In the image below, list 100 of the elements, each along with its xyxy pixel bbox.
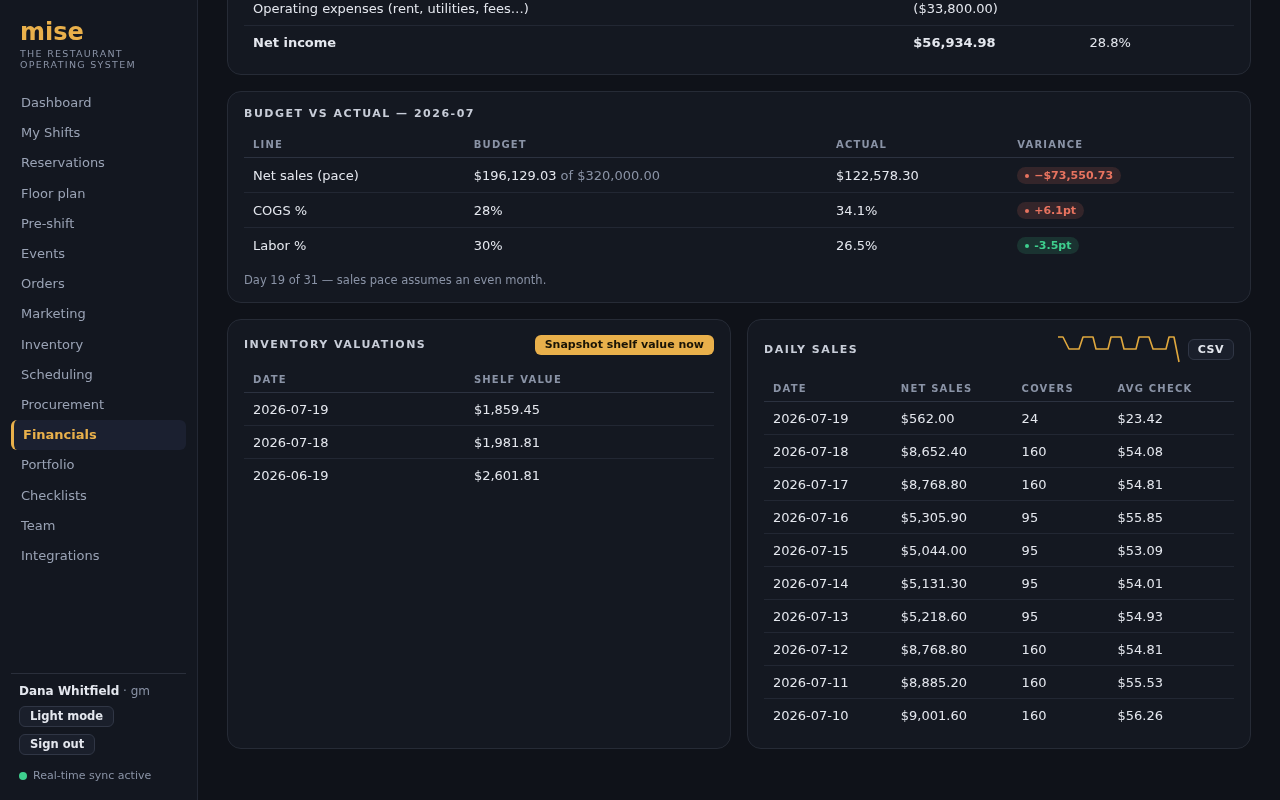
table-cell: 28.8% (1089, 35, 1131, 50)
table-cell: 26.5% (827, 227, 1009, 262)
card-title: BUDGET VS ACTUAL — 2026-07 (244, 107, 476, 121)
table-cell: $122,578.30 (827, 157, 1009, 193)
logo-wordmark: mise (20, 19, 85, 45)
sign-out-button[interactable]: Sign out (19, 734, 96, 755)
table-cell: 160 (1012, 665, 1109, 699)
table-cell: 2026-07-18 (764, 434, 892, 468)
table-cell: 95 (1012, 500, 1109, 534)
nav-item[interactable]: Marketing (11, 299, 186, 330)
nav-item[interactable]: Portfolio (11, 450, 186, 481)
table-cell: 2026-07-12 (764, 632, 892, 666)
table-cell: $56,934.98 (904, 25, 1081, 59)
table-cell: $5,305.90 (891, 500, 1013, 534)
table-cell: 30% (464, 227, 828, 262)
table-cell: Net income (244, 25, 905, 59)
snapshot-button[interactable]: Snapshot shelf value now (534, 335, 714, 355)
table-cell: 160 (1012, 434, 1109, 468)
card-title: INVENTORY VALUATIONS (244, 338, 427, 352)
nav-item[interactable]: Team (11, 510, 186, 542)
table-cell: $8,768.80 (891, 632, 1013, 666)
variance-badge: -3.5pt (1017, 237, 1080, 255)
column-header: BUDGET (464, 131, 828, 158)
table-cell: $55.53 (1108, 665, 1234, 699)
nav-item[interactable]: Reservations (11, 148, 186, 179)
table-cell: Net sales (pace) (244, 157, 465, 193)
table-cell: 2026-07-11 (764, 665, 892, 699)
column-header: COVERS (1012, 375, 1109, 402)
table-cell: $53.09 (1108, 533, 1234, 567)
column-header: VARIANCE (1008, 131, 1234, 158)
sync-status-text: Real-time sync active (33, 769, 152, 782)
column-header: AVG CHECK (1108, 375, 1234, 402)
table-cell: Operating expenses (rent, utilities, fees…) (244, 0, 905, 26)
table-cell: 95 (1012, 533, 1109, 567)
table-cell: 2026-07-16 (764, 500, 892, 534)
user-name: Dana Whitfield · gm (19, 683, 150, 699)
table-cell: 28% (464, 192, 828, 228)
table-cell: $55.85 (1108, 500, 1234, 534)
theme-toggle-button[interactable]: Light mode (19, 706, 115, 727)
table-cell: 2026-07-19 (244, 392, 465, 426)
table-cell: $54.08 (1108, 434, 1234, 468)
card-title: DAILY SALES (764, 342, 859, 357)
table-cell: 2026-07-13 (764, 599, 892, 633)
nav-item[interactable]: Scheduling (11, 359, 186, 391)
variance-badge: +6.1pt (1017, 202, 1085, 220)
table-cell: $8,652.40 (891, 434, 1013, 468)
nav-item[interactable]: Orders (11, 269, 186, 300)
column-header: SHELF VALUE (464, 366, 714, 393)
table-cell: 2026-07-19 (764, 401, 892, 435)
table-cell: $1,859.45 (464, 392, 714, 426)
table-cell: $54.81 (1108, 467, 1234, 501)
column-header: NET SALES (891, 375, 1013, 402)
nav-item[interactable]: My Shifts (11, 118, 186, 149)
table-cell: 2026-07-10 (764, 698, 892, 731)
nav-item[interactable]: Floor plan (11, 178, 186, 209)
table-cell: Labor % (244, 227, 465, 262)
column-header: DATE (764, 375, 892, 402)
footnote: Day 19 of 31 — sales pace assumes an even month. (244, 272, 548, 288)
tagline: THE RESTAURANT OPERATING SYSTEM (20, 48, 137, 70)
table-cell: 160 (1012, 632, 1109, 666)
csv-export-button[interactable]: CSV (1187, 339, 1234, 360)
table-cell: $56.26 (1108, 698, 1234, 731)
table-cell: 2026-07-14 (764, 566, 892, 600)
table-cell: $5,131.30 (891, 566, 1013, 600)
table-cell: $2,601.81 (464, 458, 714, 491)
nav-item[interactable]: Integrations (11, 541, 186, 572)
table-cell: $5,044.00 (891, 533, 1013, 567)
table-cell: $23.42 (1108, 401, 1234, 435)
table-cell: 2026-07-18 (244, 425, 465, 459)
nav-item[interactable]: Events (11, 239, 186, 270)
table-cell: $8,885.20 (891, 665, 1013, 699)
table-cell: 2026-06-19 (244, 458, 465, 491)
table-cell: $54.93 (1108, 599, 1234, 633)
nav-item[interactable]: Pre-shift (11, 208, 186, 239)
table-cell: ($33,800.00) (904, 0, 1081, 26)
table-cell: 160 (1012, 698, 1109, 731)
nav-item[interactable]: Dashboard (11, 88, 186, 119)
table-cell: $9,001.60 (891, 698, 1013, 731)
variance-badge: −$73,550.73 (1017, 167, 1122, 185)
table-cell: 2026-07-15 (764, 533, 892, 567)
table-cell: 2026-07-17 (764, 467, 892, 501)
column-header: DATE (244, 366, 465, 393)
table-cell: $1,981.81 (464, 425, 714, 459)
table-cell: $196,129.03 of $320,000.00 (464, 157, 828, 193)
nav-item[interactable]: Procurement (11, 390, 186, 421)
table-cell: $54.81 (1108, 632, 1234, 666)
table-cell: 34.1% (827, 192, 1009, 228)
nav-item[interactable]: Financials (11, 420, 186, 451)
table-cell: 95 (1012, 599, 1109, 633)
table-cell: $8,768.80 (891, 467, 1013, 501)
column-header: LINE (244, 131, 465, 158)
column-header: ACTUAL (827, 131, 1009, 158)
table-cell: 24 (1012, 401, 1109, 435)
table-cell: COGS % (244, 192, 465, 228)
table-cell: $5,218.60 (891, 599, 1013, 633)
table-cell: 95 (1012, 566, 1109, 600)
table-cell: 160 (1012, 467, 1109, 501)
nav-item[interactable]: Checklists (11, 480, 186, 511)
nav-item[interactable]: Inventory (11, 329, 186, 360)
table-cell: $54.01 (1108, 566, 1234, 600)
